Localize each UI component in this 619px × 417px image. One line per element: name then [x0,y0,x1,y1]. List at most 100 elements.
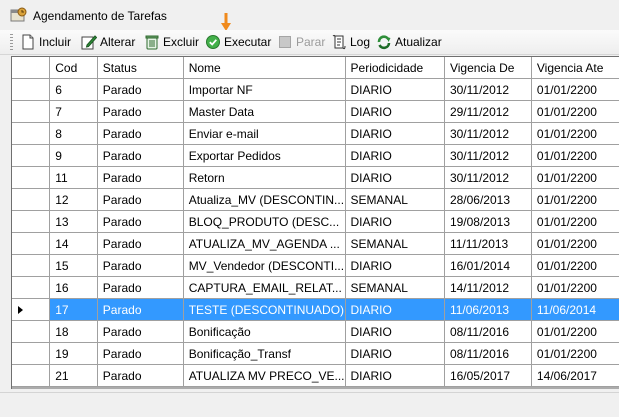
cell-periodicidade[interactable]: DIARIO [345,342,445,365]
cell-vigencia-ate[interactable]: 01/01/2200 [531,144,619,167]
column-header-cod[interactable]: Cod [49,57,98,79]
cell-vigencia-de[interactable]: 08/11/2016 [444,320,532,343]
cell-nome[interactable]: Bonificação [183,320,346,343]
table-row[interactable]: 12 Parado Atualiza_MV (DESCONTIN... SEMANAL… [12,188,619,211]
cell-status[interactable]: Parado [97,364,184,387]
row-header[interactable] [12,78,51,101]
cell-nome[interactable]: CAPTURA_EMAIL_RELAT... [183,276,346,299]
cell-periodicidade[interactable]: DIARIO [345,144,445,167]
column-header-nome[interactable]: Nome [183,57,346,79]
cell-periodicidade[interactable]: DIARIO [345,122,445,145]
row-header[interactable] [12,188,51,211]
cell-vigencia-de[interactable]: 16/01/2014 [444,254,532,277]
cell-vigencia-de[interactable]: 30/11/2012 [444,144,532,167]
table-row[interactable]: 6 Parado Importar NF DIARIO 30/11/2012 01/01/… [12,78,619,101]
cell-vigencia-de[interactable]: 19/08/2013 [444,210,532,233]
cell-cod[interactable]: 19 [49,342,98,365]
cell-vigencia-ate[interactable]: 01/01/2200 [531,276,619,299]
cell-vigencia-de[interactable]: 29/11/2012 [444,100,532,123]
cell-status[interactable]: Parado [97,144,184,167]
cell-cod[interactable]: 21 [49,364,98,387]
cell-status[interactable]: Parado [97,166,184,189]
table-row[interactable]: 11 Parado Retorn DIARIO 30/11/2012 01/01/2200 [12,166,619,189]
cell-periodicidade[interactable]: DIARIO [345,254,445,277]
cell-vigencia-ate[interactable]: 11/06/2014 [531,298,619,321]
cell-vigencia-de[interactable]: 11/11/2013 [444,232,532,255]
row-header[interactable] [12,166,51,189]
cell-nome[interactable]: ATUALIZA MV PRECO_VE... [183,364,346,387]
column-header-periodicidade[interactable]: Periodicidade [345,57,445,79]
cell-status[interactable]: Parado [97,188,184,211]
cell-cod[interactable]: 8 [49,122,98,145]
cell-periodicidade[interactable]: DIARIO [345,100,445,123]
log-button[interactable]: Log [331,32,370,52]
row-header[interactable] [12,276,51,299]
cell-cod[interactable]: 13 [49,210,98,233]
cell-status[interactable]: Parado [97,276,184,299]
table-row[interactable]: 15 Parado MV_Vendedor (DESCONTI... DIARIO 16… [12,254,619,277]
cell-vigencia-ate[interactable]: 01/01/2200 [531,320,619,343]
cell-vigencia-de[interactable]: 30/11/2012 [444,166,532,189]
cell-status[interactable]: Parado [97,78,184,101]
row-header[interactable] [12,342,51,365]
row-header[interactable] [12,144,51,167]
cell-vigencia-ate[interactable]: 01/01/2200 [531,166,619,189]
cell-vigencia-de[interactable]: 14/11/2012 [444,276,532,299]
cell-status[interactable]: Parado [97,100,184,123]
cell-periodicidade[interactable]: DIARIO [345,364,445,387]
cell-nome[interactable]: ATUALIZA_MV_AGENDA ... [183,232,346,255]
cell-cod[interactable]: 15 [49,254,98,277]
table-row[interactable]: 13 Parado BLOQ_PRODUTO (DESC... DIARIO 19/08… [12,210,619,233]
cell-vigencia-de[interactable]: 28/06/2013 [444,188,532,211]
cell-status[interactable]: Parado [97,122,184,145]
table-row[interactable]: 19 Parado Bonificação_Transf DIARIO 08/11/20… [12,342,619,365]
row-header[interactable] [12,232,51,255]
cell-cod[interactable]: 17 [49,298,98,321]
executar-button[interactable]: Executar [205,32,271,52]
cell-periodicidade[interactable]: DIARIO [345,320,445,343]
table-row[interactable]: 8 Parado Enviar e-mail DIARIO 30/11/2012 01/0… [12,122,619,145]
row-header[interactable] [12,254,51,277]
row-header[interactable] [12,364,51,387]
cell-vigencia-ate[interactable]: 01/01/2200 [531,188,619,211]
cell-cod[interactable]: 6 [49,78,98,101]
column-header-vigencia-de[interactable]: Vigencia De [444,57,532,79]
table-row[interactable]: 17 Parado TESTE (DESCONTINUADO) DIARIO 11/06… [12,298,619,321]
cell-periodicidade[interactable]: SEMANAL [345,232,445,255]
cell-vigencia-ate[interactable]: 01/01/2200 [531,210,619,233]
incluir-button[interactable]: Incluir [20,32,71,52]
cell-status[interactable]: Parado [97,232,184,255]
column-header-vigencia-ate[interactable]: Vigencia Ate [531,57,619,79]
cell-vigencia-ate[interactable]: 01/01/2200 [531,78,619,101]
cell-vigencia-de[interactable]: 11/06/2013 [444,298,532,321]
tasks-grid[interactable]: Cod Status Nome Periodicidade Vigencia D… [11,56,619,389]
cell-status[interactable]: Parado [97,254,184,277]
cell-periodicidade[interactable]: DIARIO [345,210,445,233]
cell-vigencia-ate[interactable]: 14/06/2017 [531,364,619,387]
cell-vigencia-ate[interactable]: 01/01/2200 [531,342,619,365]
row-header[interactable] [12,298,51,321]
cell-nome[interactable]: Master Data [183,100,346,123]
cell-status[interactable]: Parado [97,210,184,233]
row-header[interactable] [12,100,51,123]
table-row[interactable]: 14 Parado ATUALIZA_MV_AGENDA ... SEMANAL 11/… [12,232,619,255]
cell-vigencia-de[interactable]: 16/05/2017 [444,364,532,387]
cell-vigencia-de[interactable]: 30/11/2012 [444,78,532,101]
column-header-status[interactable]: Status [97,57,184,79]
cell-cod[interactable]: 14 [49,232,98,255]
cell-periodicidade[interactable]: DIARIO [345,78,445,101]
cell-vigencia-ate[interactable]: 01/01/2200 [531,232,619,255]
parar-button[interactable]: Parar [277,32,325,52]
cell-nome[interactable]: MV_Vendedor (DESCONTI... [183,254,346,277]
cell-nome[interactable]: TESTE (DESCONTINUADO) [183,298,346,321]
cell-cod[interactable]: 18 [49,320,98,343]
cell-status[interactable]: Parado [97,320,184,343]
row-header[interactable] [12,122,51,145]
toolbar-grip[interactable] [10,34,13,50]
cell-cod[interactable]: 12 [49,188,98,211]
cell-nome[interactable]: Exportar Pedidos [183,144,346,167]
cell-nome[interactable]: BLOQ_PRODUTO (DESC... [183,210,346,233]
cell-periodicidade[interactable]: SEMANAL [345,188,445,211]
cell-cod[interactable]: 9 [49,144,98,167]
cell-periodicidade[interactable]: DIARIO [345,166,445,189]
